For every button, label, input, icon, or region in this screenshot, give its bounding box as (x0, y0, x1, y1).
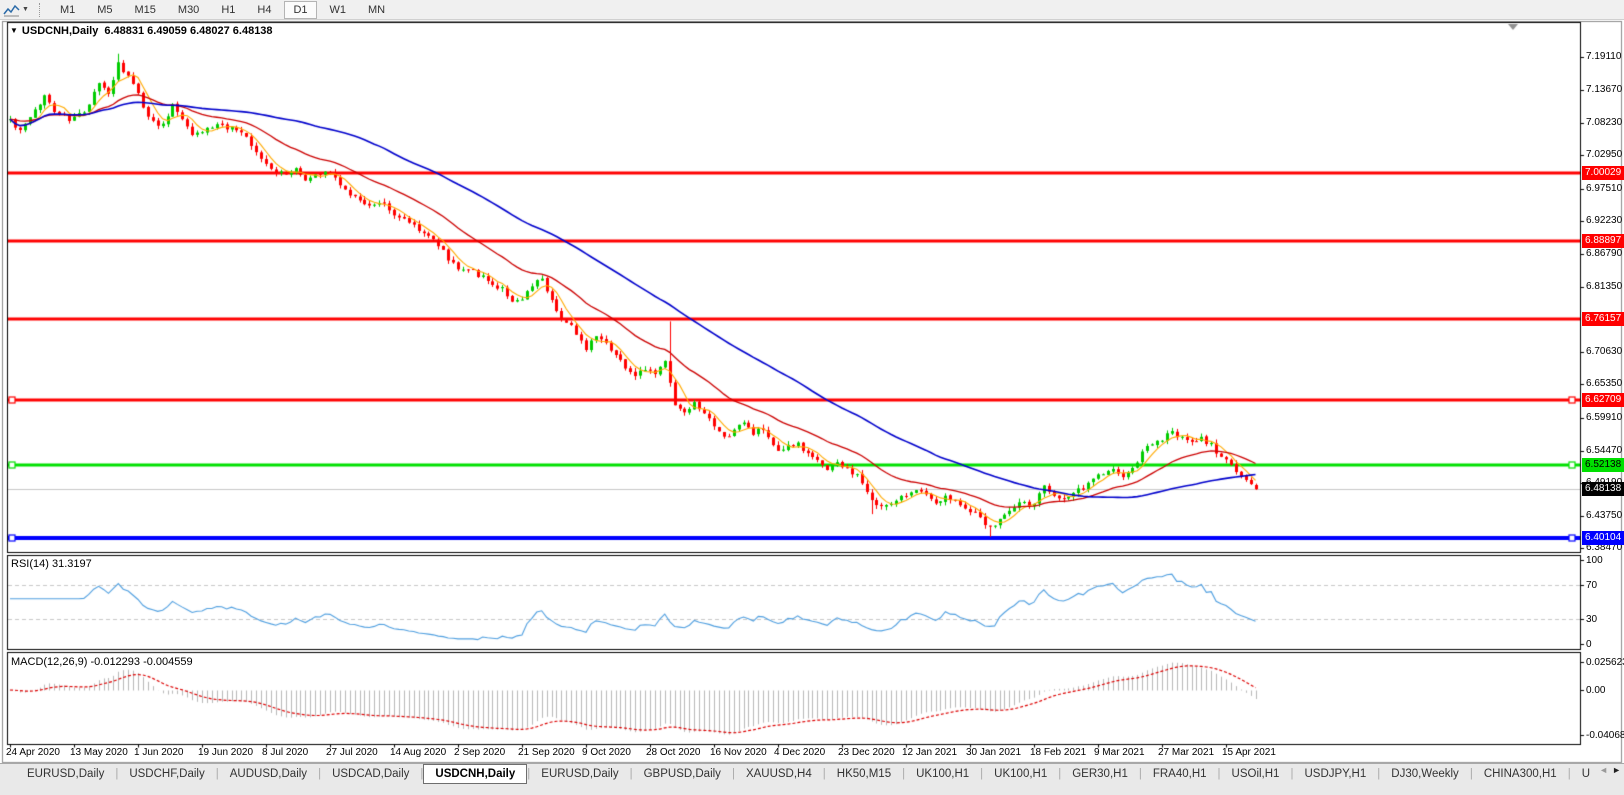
timeframe-button-M1[interactable]: M1 (51, 1, 84, 19)
chart-tab-usdchf-daily[interactable]: USDCHF,Daily (118, 764, 215, 784)
macd-main-value: -0.012293 (90, 656, 140, 668)
x-axis-date-label: 21 Sep 2020 (518, 747, 575, 758)
y-axis-tick: 7.13670 (1586, 84, 1622, 95)
chart-tab-u[interactable]: U (1571, 764, 1601, 784)
chart-tab-xauusd-h4[interactable]: XAUUSD,H4 (735, 764, 823, 784)
x-axis-date-label: 9 Oct 2020 (582, 747, 631, 758)
x-axis-date-label: 12 Jan 2021 (902, 747, 957, 758)
x-axis-date-label: 27 Mar 2021 (1158, 747, 1214, 758)
chart-tab-dj30-weekly[interactable]: DJ30,Weekly (1380, 764, 1470, 784)
x-axis-date-label: 18 Feb 2021 (1030, 747, 1086, 758)
price-line-badge: 6.62709 (1582, 393, 1624, 407)
rsi-scale-tick: 100 (1586, 555, 1603, 566)
chart-ohlc-values: 6.48831 6.49059 6.48027 6.48138 (104, 25, 272, 37)
chart-tab-usoil-h1[interactable]: USOil,H1 (1221, 764, 1291, 784)
chart-tab-uk100-h1[interactable]: UK100,H1 (983, 764, 1058, 784)
chart-tab-china300-h1[interactable]: CHINA300,H1 (1473, 764, 1568, 784)
mt4-terminal: ▼ M1M5 M15M30H1H4D1 W1MN ▼ USDCNH,Daily 6.48… (0, 0, 1624, 795)
chart-tab-audusd-daily[interactable]: AUDUSD,Daily (219, 764, 318, 784)
chart-tab-usdcnh-daily[interactable]: USDCNH,Daily (423, 764, 527, 784)
price-chart-canvas[interactable] (0, 0, 1624, 795)
chart-tab-eurusd-daily[interactable]: EURUSD,Daily (16, 764, 115, 784)
rsi-value: 31.3197 (52, 558, 92, 570)
x-axis-date-label: 2 Sep 2020 (454, 747, 505, 758)
x-axis-date-label: 4 Dec 2020 (774, 747, 825, 758)
rsi-scale-tick: 0 (1586, 639, 1592, 650)
chart-symbol-label: USDCNH,Daily (22, 25, 98, 37)
y-axis-tick: 7.02950 (1586, 149, 1622, 160)
x-axis-date-label: 28 Oct 2020 (646, 747, 700, 758)
macd-scale-tick: 0.00 (1586, 685, 1605, 696)
chart-tab-usdcad-daily[interactable]: USDCAD,Daily (321, 764, 420, 784)
chart-tab-gbpusd-daily[interactable]: GBPUSD,Daily (633, 764, 732, 784)
chart-tab-bar: EURUSD,Daily|USDCHF,Daily|AUDUSD,Daily|U… (0, 763, 1624, 784)
timeframe-button-H1[interactable]: H1 (212, 1, 244, 19)
timeframe-button-W1[interactable]: W1 (321, 1, 356, 19)
y-axis-tick: 6.86790 (1586, 248, 1622, 259)
dropdown-arrow-icon[interactable]: ▼ (22, 6, 29, 13)
x-axis-date-label: 24 Apr 2020 (6, 747, 60, 758)
y-axis-tick: 6.97510 (1586, 183, 1622, 194)
bid-price-badge: 6.48138 (1582, 482, 1624, 496)
collapse-arrow-icon[interactable]: ▼ (10, 26, 18, 35)
x-axis-date-label: 30 Jan 2021 (966, 747, 1021, 758)
macd-scale-tick: 0.025623 (1586, 657, 1624, 668)
x-axis-date-label: 13 May 2020 (70, 747, 128, 758)
macd-name: MACD(12,26,9) (11, 656, 87, 668)
price-line-badge: 6.76157 (1582, 312, 1624, 326)
x-axis-date-label: 19 Jun 2020 (198, 747, 253, 758)
price-line-badge: 6.40104 (1582, 531, 1624, 545)
y-axis-tick: 7.19110 (1586, 51, 1621, 62)
status-bar (0, 784, 1624, 795)
macd-signal-value: -0.004559 (143, 656, 193, 668)
chart-tab-hk50-m15[interactable]: HK50,M15 (826, 764, 902, 784)
y-axis-tick: 6.70630 (1586, 346, 1622, 357)
tab-scroll-arrows: ◄ ► (1599, 765, 1621, 775)
y-axis-tick: 6.43750 (1586, 510, 1622, 521)
chart-tool-icon[interactable] (3, 3, 20, 17)
x-axis-date-label: 23 Dec 2020 (838, 747, 895, 758)
timeframe-toolbar: ▼ M1M5 M15M30H1H4D1 W1MN (0, 0, 1624, 20)
x-axis-date-label: 15 Apr 2021 (1222, 747, 1276, 758)
y-axis-tick: 6.59910 (1586, 412, 1622, 423)
chart-tab-usdjpy-h1[interactable]: USDJPY,H1 (1293, 764, 1377, 784)
x-axis-date-label: 1 Jun 2020 (134, 747, 184, 758)
timeframe-button-M30[interactable]: M30 (169, 1, 208, 19)
tab-scroll-left-icon[interactable]: ◄ (1599, 765, 1608, 775)
price-line-badge: 6.52138 (1582, 458, 1624, 472)
rsi-scale-tick: 70 (1586, 580, 1597, 591)
macd-scale-tick: -0.040687 (1586, 730, 1624, 741)
price-line-badge: 6.88897 (1582, 234, 1624, 248)
timeframe-buttons: M1M5 M15M30H1H4D1 W1MN (49, 1, 396, 19)
timeframe-button-D1[interactable]: D1 (284, 1, 316, 19)
y-axis-tick: 6.65350 (1586, 378, 1622, 389)
x-axis-date-label: 14 Aug 2020 (390, 747, 446, 758)
price-line-badge: 7.00029 (1582, 166, 1624, 180)
x-axis-date-label: 9 Mar 2021 (1094, 747, 1145, 758)
tab-scroll-right-icon[interactable]: ► (1612, 765, 1621, 775)
timeframe-button-M15[interactable]: M15 (126, 1, 165, 19)
chart-title: ▼ USDCNH,Daily 6.48831 6.49059 6.48027 6.4… (10, 25, 273, 37)
chart-tab-uk100-h1[interactable]: UK100,H1 (905, 764, 980, 784)
rsi-scale-tick: 30 (1586, 614, 1597, 625)
timeframe-button-H4[interactable]: H4 (248, 1, 280, 19)
x-axis-date-label: 27 Jul 2020 (326, 747, 378, 758)
y-axis-tick: 6.92230 (1586, 215, 1622, 226)
rsi-name: RSI(14) (11, 558, 49, 570)
chart-tab-eurusd-daily[interactable]: EURUSD,Daily (530, 764, 629, 784)
x-axis-date-label: 16 Nov 2020 (710, 747, 767, 758)
toolbar-gripper (39, 3, 40, 17)
rsi-indicator-label: RSI(14) 31.3197 (11, 558, 92, 570)
chart-tab-fra40-h1[interactable]: FRA40,H1 (1142, 764, 1218, 784)
timeframe-button-MN[interactable]: MN (359, 1, 394, 19)
timeframe-button-M5[interactable]: M5 (88, 1, 121, 19)
y-axis-tick: 6.54470 (1586, 445, 1622, 456)
macd-indicator-label: MACD(12,26,9) -0.012293 -0.004559 (11, 656, 193, 668)
x-axis-date-label: 8 Jul 2020 (262, 747, 308, 758)
y-axis-tick: 6.81350 (1586, 281, 1622, 292)
chart-tab-ger30-h1[interactable]: GER30,H1 (1061, 764, 1139, 784)
y-axis-tick: 7.08230 (1586, 117, 1622, 128)
